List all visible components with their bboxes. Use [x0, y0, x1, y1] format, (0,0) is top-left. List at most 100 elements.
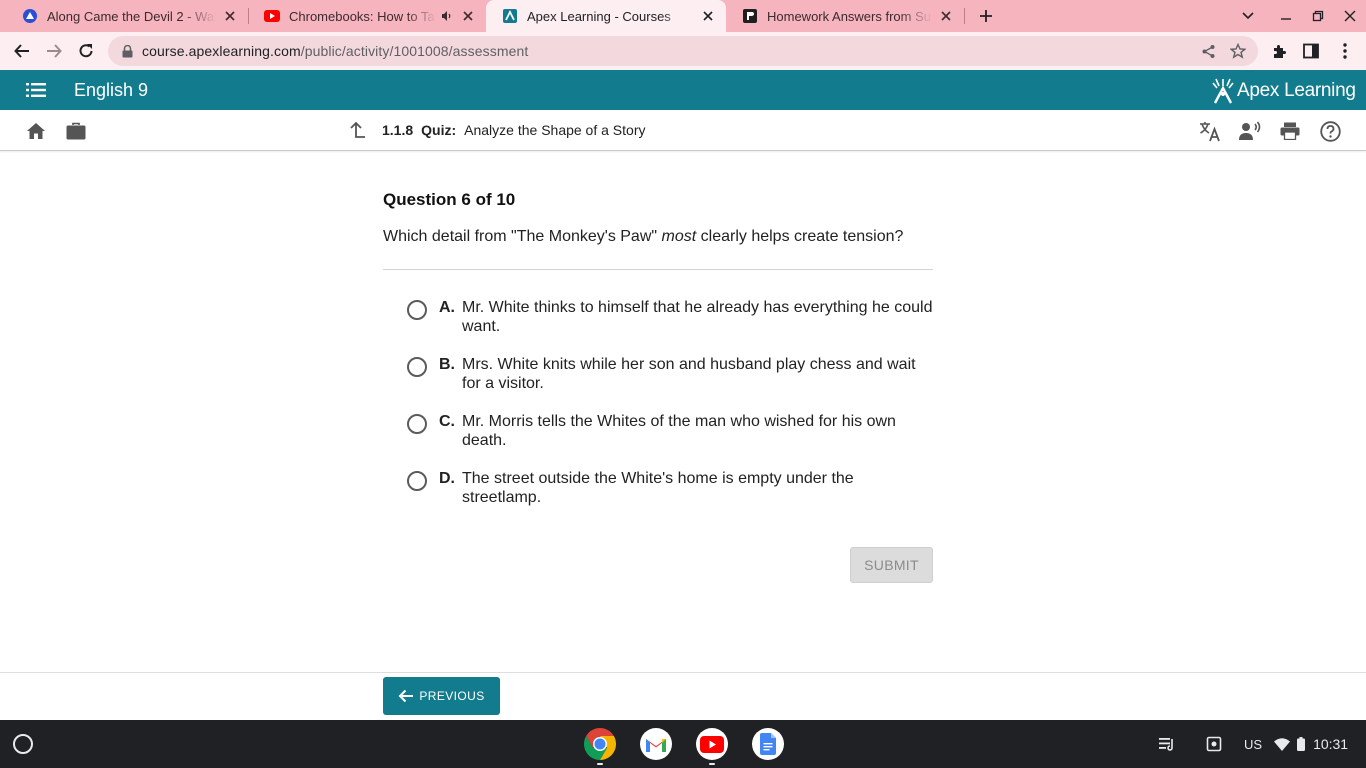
close-window-button[interactable]	[1340, 6, 1360, 26]
arrow-left-icon	[14, 44, 29, 58]
tab-chromebooks[interactable]: Chromebooks: How to Take	[248, 0, 486, 32]
option-text: Mrs. White knits while her son and husba…	[462, 356, 916, 392]
apex-learning-logo: Apex Learning	[1212, 78, 1356, 104]
help-icon[interactable]	[1319, 120, 1341, 142]
question-divider	[383, 269, 933, 270]
more-vert-icon[interactable]	[1336, 42, 1354, 60]
youtube-icon	[264, 8, 280, 24]
radio-button[interactable]	[407, 300, 427, 320]
restore-icon	[1312, 10, 1324, 22]
star-icon[interactable]	[1230, 43, 1246, 59]
close-icon[interactable]	[460, 8, 476, 24]
plus-icon	[980, 10, 992, 22]
tab-title: Homework Answers from Subjec	[767, 8, 932, 24]
arrow-right-icon	[47, 44, 62, 58]
address-bar[interactable]: course.apexlearning.com/public/activity/…	[108, 36, 1258, 66]
page-footer: PREVIOUS	[0, 672, 1366, 720]
previous-button[interactable]: PREVIOUS	[383, 677, 500, 715]
back-button[interactable]	[10, 39, 34, 63]
question-text-end: clearly helps create tension?	[696, 228, 904, 245]
course-header: English 9 Apex Learning	[0, 70, 1366, 110]
status-area[interactable]: US 10:31	[1244, 720, 1348, 768]
chevron-down-icon	[1242, 12, 1254, 20]
tab-along-came-the-devil[interactable]: Along Came the Devil 2 - Watch	[6, 0, 248, 32]
option-text: Mr. White thinks to himself that he alre…	[462, 299, 933, 335]
restore-button[interactable]	[1308, 6, 1328, 26]
tab-apex-learning[interactable]: Apex Learning - Courses	[486, 0, 726, 32]
apex-logo-icon	[1212, 78, 1234, 104]
activity-number: 1.1.8	[382, 122, 414, 138]
clock: 10:31	[1313, 736, 1349, 752]
streaming-site-icon	[22, 8, 38, 24]
apex-learning-icon	[502, 8, 518, 24]
option-text: Mr. Morris tells the Whites of the man w…	[462, 413, 896, 449]
answer-option-a[interactable]: A. Mr. White thinks to himself that he a…	[407, 297, 933, 336]
close-icon[interactable]	[938, 8, 954, 24]
translate-icon[interactable]	[1199, 120, 1221, 142]
running-indicator	[597, 763, 603, 765]
side-panel-icon[interactable]	[1302, 42, 1320, 60]
briefcase-icon[interactable]	[65, 120, 87, 142]
wifi-icon	[1274, 737, 1291, 751]
chrome-app-icon[interactable]	[584, 728, 616, 760]
activity-type: Quiz:	[421, 122, 457, 138]
clipboard-tray-icon[interactable]	[1158, 720, 1176, 768]
running-indicator	[709, 763, 715, 765]
browser-toolbar: course.apexlearning.com/public/activity/…	[0, 32, 1366, 70]
tab-homework-answers[interactable]: Homework Answers from Subjec	[726, 0, 964, 32]
up-arrow-icon[interactable]	[348, 121, 366, 139]
url-text: course.apexlearning.com/public/activity/…	[142, 43, 528, 59]
text-to-speech-icon[interactable]	[1239, 120, 1261, 142]
question-emphasis: most	[661, 228, 697, 245]
course-title[interactable]: English 9	[74, 80, 148, 101]
new-tab-button[interactable]	[976, 6, 996, 26]
option-letter: B.	[439, 356, 455, 373]
answer-option-d[interactable]: D. The street outside the White's home i…	[407, 468, 933, 507]
minimize-icon	[1281, 18, 1291, 20]
radio-button[interactable]	[407, 357, 427, 377]
close-icon[interactable]	[222, 8, 238, 24]
close-icon[interactable]	[700, 8, 716, 24]
screen-capture-icon[interactable]	[1206, 720, 1222, 768]
tab-search-button[interactable]	[1238, 6, 1258, 26]
activity-name: Analyze the Shape of a Story	[464, 122, 646, 138]
launcher-icon[interactable]	[13, 734, 33, 754]
option-letter: D.	[439, 470, 455, 487]
tab-title: Apex Learning - Courses	[527, 8, 671, 24]
youtube-app-icon[interactable]	[696, 728, 728, 760]
tab-title: Chromebooks: How to Take	[289, 8, 436, 24]
submit-button[interactable]: SUBMIT	[850, 547, 933, 583]
tab-separator	[964, 8, 965, 24]
close-icon	[1344, 10, 1356, 22]
share-icon[interactable]	[1200, 43, 1216, 59]
reload-button[interactable]	[74, 39, 98, 63]
forward-button[interactable]	[42, 39, 66, 63]
battery-icon	[1297, 737, 1306, 751]
option-letter: A.	[439, 299, 455, 316]
speaker-icon[interactable]	[440, 9, 454, 23]
home-icon[interactable]	[25, 120, 47, 142]
tab-title: Along Came the Devil 2 - Watch	[47, 8, 216, 24]
question-panel: Question 6 of 10 Which detail from "The …	[383, 190, 933, 506]
extensions-icon[interactable]	[1270, 42, 1288, 60]
url-host: course.apexlearning.com	[142, 43, 301, 59]
locale-indicator: US	[1244, 736, 1263, 752]
radio-button[interactable]	[407, 471, 427, 491]
menu-list-icon[interactable]	[26, 81, 46, 99]
url-path: /public/activity/1001008/assessment	[300, 43, 529, 59]
answer-option-b[interactable]: B. Mrs. White knits while her son and hu…	[407, 354, 933, 393]
logo-text: Apex Learning	[1237, 80, 1356, 101]
activity-breadcrumb: 1.1.8 Quiz: Analyze the Shape of a Story	[348, 121, 645, 139]
option-letter: C.	[439, 413, 455, 430]
question-text-start: Which detail from "The Monkey's Paw"	[383, 228, 662, 245]
radio-button[interactable]	[407, 414, 427, 434]
gmail-app-icon[interactable]	[640, 728, 672, 760]
question-counter: Question 6 of 10	[383, 190, 516, 209]
google-docs-app-icon[interactable]	[752, 728, 784, 760]
minimize-button[interactable]	[1276, 6, 1296, 26]
activity-toolbar: 1.1.8 Quiz: Analyze the Shape of a Story	[0, 110, 1366, 151]
print-icon[interactable]	[1279, 120, 1301, 142]
answer-option-c[interactable]: C. Mr. Morris tells the Whites of the ma…	[407, 411, 933, 450]
option-text: The street outside the White's home is e…	[462, 470, 854, 506]
lock-icon[interactable]	[120, 44, 134, 58]
